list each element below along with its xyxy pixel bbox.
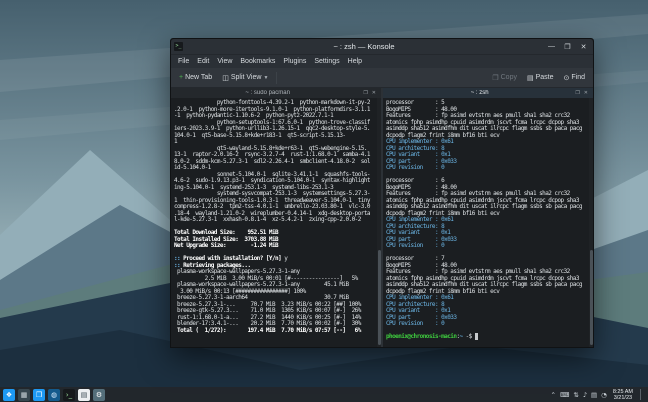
- paste-button[interactable]: ▤ Paste: [523, 73, 558, 83]
- menu-file[interactable]: File: [174, 58, 193, 65]
- split-view-label: Split View: [231, 74, 262, 81]
- toolbar: + New Tab ◫ Split View ▼ ❐ Copy ▤ Paste …: [171, 68, 593, 88]
- terminal-output-zsh[interactable]: processor : 5BogoMIPS : 48.00Features : …: [383, 98, 593, 347]
- konsole-app-icon: >_: [174, 42, 183, 51]
- virtual-desktop-pager-icon[interactable]: ▦: [18, 389, 30, 401]
- pane-maximize-icon[interactable]: ❐: [573, 90, 581, 96]
- pane-close-icon[interactable]: ✕: [370, 90, 378, 96]
- system-tray: ⌃ ⌨ ⇅ ♪ ▤ ◔: [551, 391, 607, 399]
- clipboard-icon[interactable]: ▤: [591, 391, 597, 399]
- network-icon[interactable]: ⇅: [573, 391, 578, 399]
- split-terminal-area: ~ : sudo pacman ❐ ✕ python-fonttools-4.3…: [171, 88, 593, 347]
- pane-maximize-icon[interactable]: ❐: [361, 90, 369, 96]
- terminal-output-pacman[interactable]: python-fonttools-4.39.2-1 python-markdow…: [171, 98, 381, 347]
- scrollbar-thumb[interactable]: [590, 250, 593, 345]
- application-launcher-icon[interactable]: ❖: [3, 389, 15, 401]
- pane-right-title: ~ : zsh: [386, 90, 573, 96]
- chevron-down-icon: ▼: [263, 75, 268, 81]
- clock-time: 8:25 AM: [613, 389, 633, 395]
- menu-help[interactable]: Help: [344, 58, 366, 65]
- split-view-icon: ◫: [222, 74, 229, 82]
- menu-bar: FileEditViewBookmarksPluginsSettingsHelp: [171, 54, 593, 68]
- paste-icon: ▤: [527, 74, 534, 82]
- terminal-line: l-kde-5.27.3-1 xxhash-0.8.1-4 xz-5.4.2-1…: [174, 217, 373, 224]
- new-tab-icon: +: [179, 74, 183, 81]
- menu-view[interactable]: View: [213, 58, 236, 65]
- taskbar-apps: ❖▦❒◍›_▤⚙: [3, 389, 105, 401]
- menu-edit[interactable]: Edit: [193, 58, 213, 65]
- dolphin-file-manager-icon[interactable]: ❒: [33, 389, 45, 401]
- new-tab-button[interactable]: + New Tab: [175, 73, 216, 82]
- find-label: Find: [571, 74, 585, 81]
- window-title: ~ : zsh — Konsole: [186, 42, 542, 51]
- split-view-button[interactable]: ◫ Split View ▼: [218, 73, 272, 83]
- paste-label: Paste: [536, 74, 554, 81]
- new-tab-label: New Tab: [185, 74, 212, 81]
- web-browser-icon[interactable]: ◍: [48, 389, 60, 401]
- copy-button[interactable]: ❐ Copy: [488, 73, 521, 83]
- volume-icon[interactable]: ♪: [583, 391, 587, 399]
- close-button[interactable]: ✕: [577, 43, 590, 51]
- notifications-icon[interactable]: ◔: [601, 391, 607, 399]
- keyboard-layout-icon[interactable]: ⌨: [560, 391, 569, 399]
- pane-left-title: ~ : sudo pacman: [174, 90, 361, 96]
- pane-left-header[interactable]: ~ : sudo pacman ❐ ✕: [171, 88, 381, 98]
- menu-bookmarks[interactable]: Bookmarks: [236, 58, 279, 65]
- terminal-line: Total ( 1/272): 197.4 MiB 7.70 MiB/s 07:…: [174, 328, 373, 335]
- terminal-line: 104.0-1 qt5-base-5.15.8+kde+r183-1 qt5-s…: [174, 133, 373, 140]
- konsole-terminal-icon[interactable]: ›_: [63, 389, 75, 401]
- window-titlebar[interactable]: >_ ~ : zsh — Konsole — ❐ ✕: [171, 39, 593, 54]
- menu-settings[interactable]: Settings: [310, 58, 343, 65]
- pane-close-icon[interactable]: ✕: [582, 90, 590, 96]
- taskbar: ❖▦❒◍›_▤⚙ ⌃⌨⇅♪▤◔ 8:25 AM 3/21/23: [0, 387, 648, 402]
- find-button[interactable]: ⊙ Find: [560, 73, 590, 83]
- find-icon: ⊙: [564, 74, 570, 82]
- system-settings-icon[interactable]: ⚙: [93, 389, 105, 401]
- copy-icon: ❐: [492, 74, 498, 82]
- pane-right-header[interactable]: ~ : zsh ❐ ✕: [383, 88, 593, 98]
- minimize-button[interactable]: —: [545, 43, 558, 50]
- copy-label: Copy: [501, 74, 517, 81]
- pane-left: ~ : sudo pacman ❐ ✕ python-fonttools-4.3…: [171, 88, 381, 347]
- maximize-button[interactable]: ❐: [561, 43, 574, 51]
- clock[interactable]: 8:25 AM 3/21/23: [610, 389, 636, 401]
- show-desktop-button[interactable]: [640, 389, 645, 400]
- menu-plugins[interactable]: Plugins: [279, 58, 310, 65]
- text-editor-icon[interactable]: ▤: [78, 389, 90, 401]
- konsole-window: >_ ~ : zsh — Konsole — ❐ ✕ FileEditViewB…: [170, 38, 594, 348]
- scrollbar-right[interactable]: [589, 98, 593, 347]
- terminal-line: phoenix@chronosis-macin:~ -$: [386, 334, 585, 341]
- pane-right: ~ : zsh ❐ ✕ processor : 5BogoMIPS : 48.0…: [381, 88, 593, 347]
- toolbar-separator: [276, 72, 277, 84]
- show-hidden-icons-icon[interactable]: ⌃: [551, 391, 556, 399]
- clock-date: 3/21/23: [613, 395, 633, 401]
